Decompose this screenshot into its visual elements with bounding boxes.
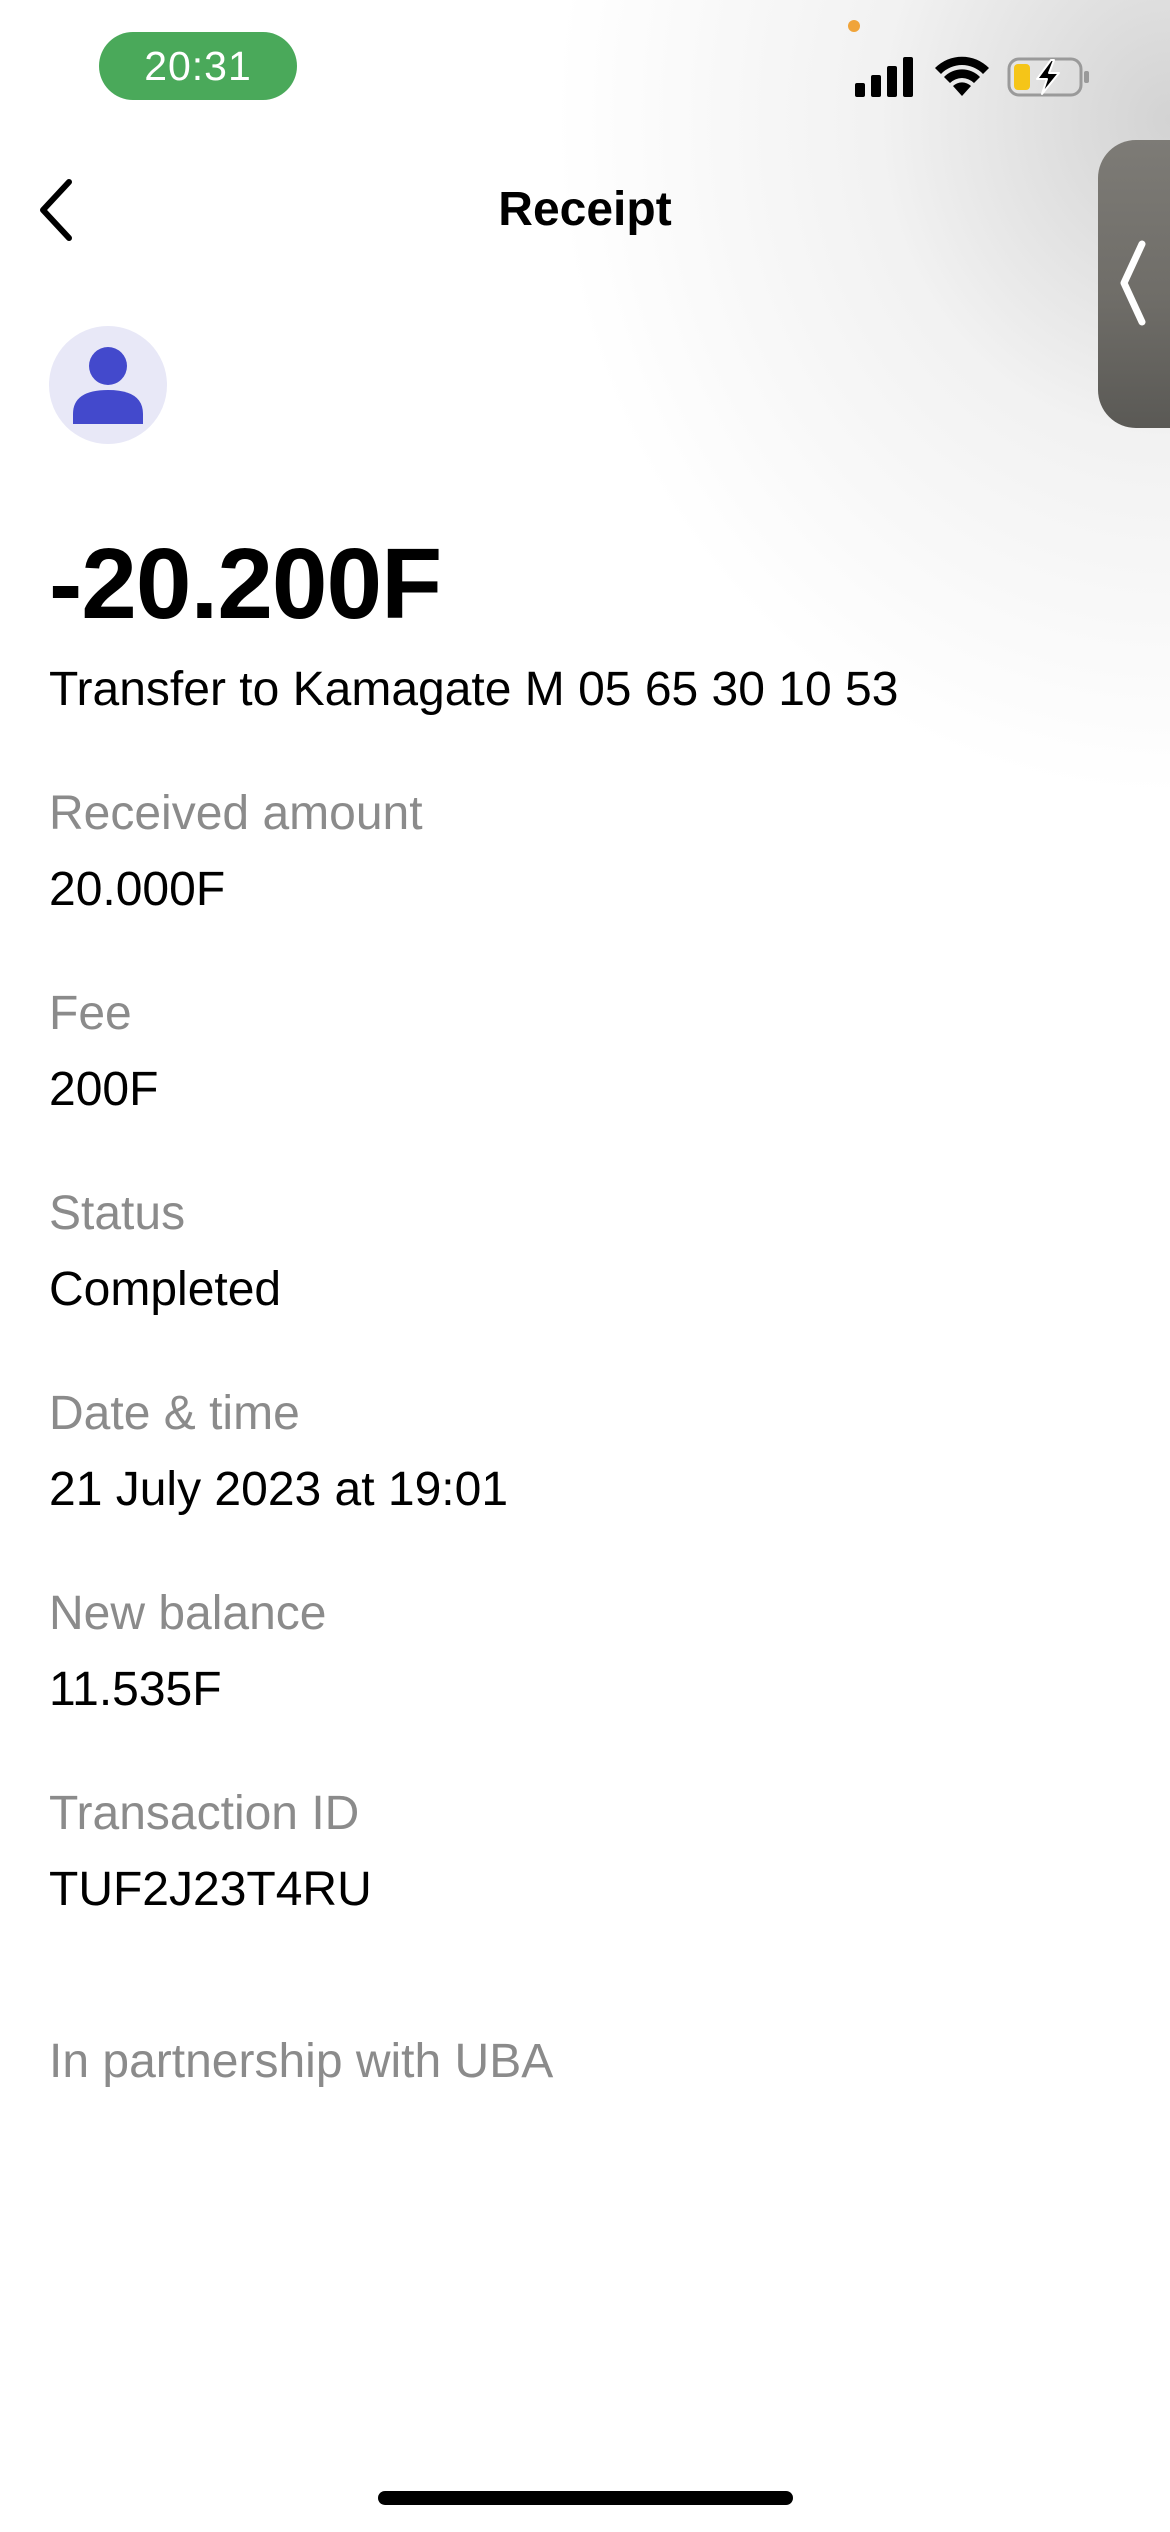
battery-charging-icon [1007,57,1089,97]
status-time: 20:31 [144,42,252,89]
new-balance-value: 11.535F [49,1663,222,1716]
transaction-description: Transfer to Kamagate M 05 65 30 10 53 [49,663,899,716]
received-amount-label: Received amount [49,787,423,840]
transaction-id-label: Transaction ID [49,1787,360,1840]
home-indicator[interactable] [378,2491,793,2505]
avatar [49,326,167,444]
fee-value: 200F [49,1063,159,1116]
date-time-label: Date & time [49,1387,300,1440]
transaction-amount: -20.200F [49,528,442,640]
status-label: Status [49,1187,186,1240]
cellular-signal-icon [855,57,913,97]
status-value: Completed [49,1263,282,1316]
fee-label: Fee [49,987,132,1040]
page-title: Receipt [498,183,672,236]
received-amount-value: 20.000F [49,863,226,916]
person-icon [73,347,143,424]
new-balance-label: New balance [49,1587,327,1640]
privacy-indicator-dot [848,20,860,32]
chevron-left-icon [1120,240,1146,326]
status-time-pill[interactable]: 20:31 [99,32,297,100]
date-time-value: 21 July 2023 at 19:01 [49,1463,509,1516]
wifi-icon [935,56,989,96]
partner-text: In partnership with UBA [49,2035,554,2088]
transaction-id-value: TUF2J23T4RU [49,1863,372,1916]
